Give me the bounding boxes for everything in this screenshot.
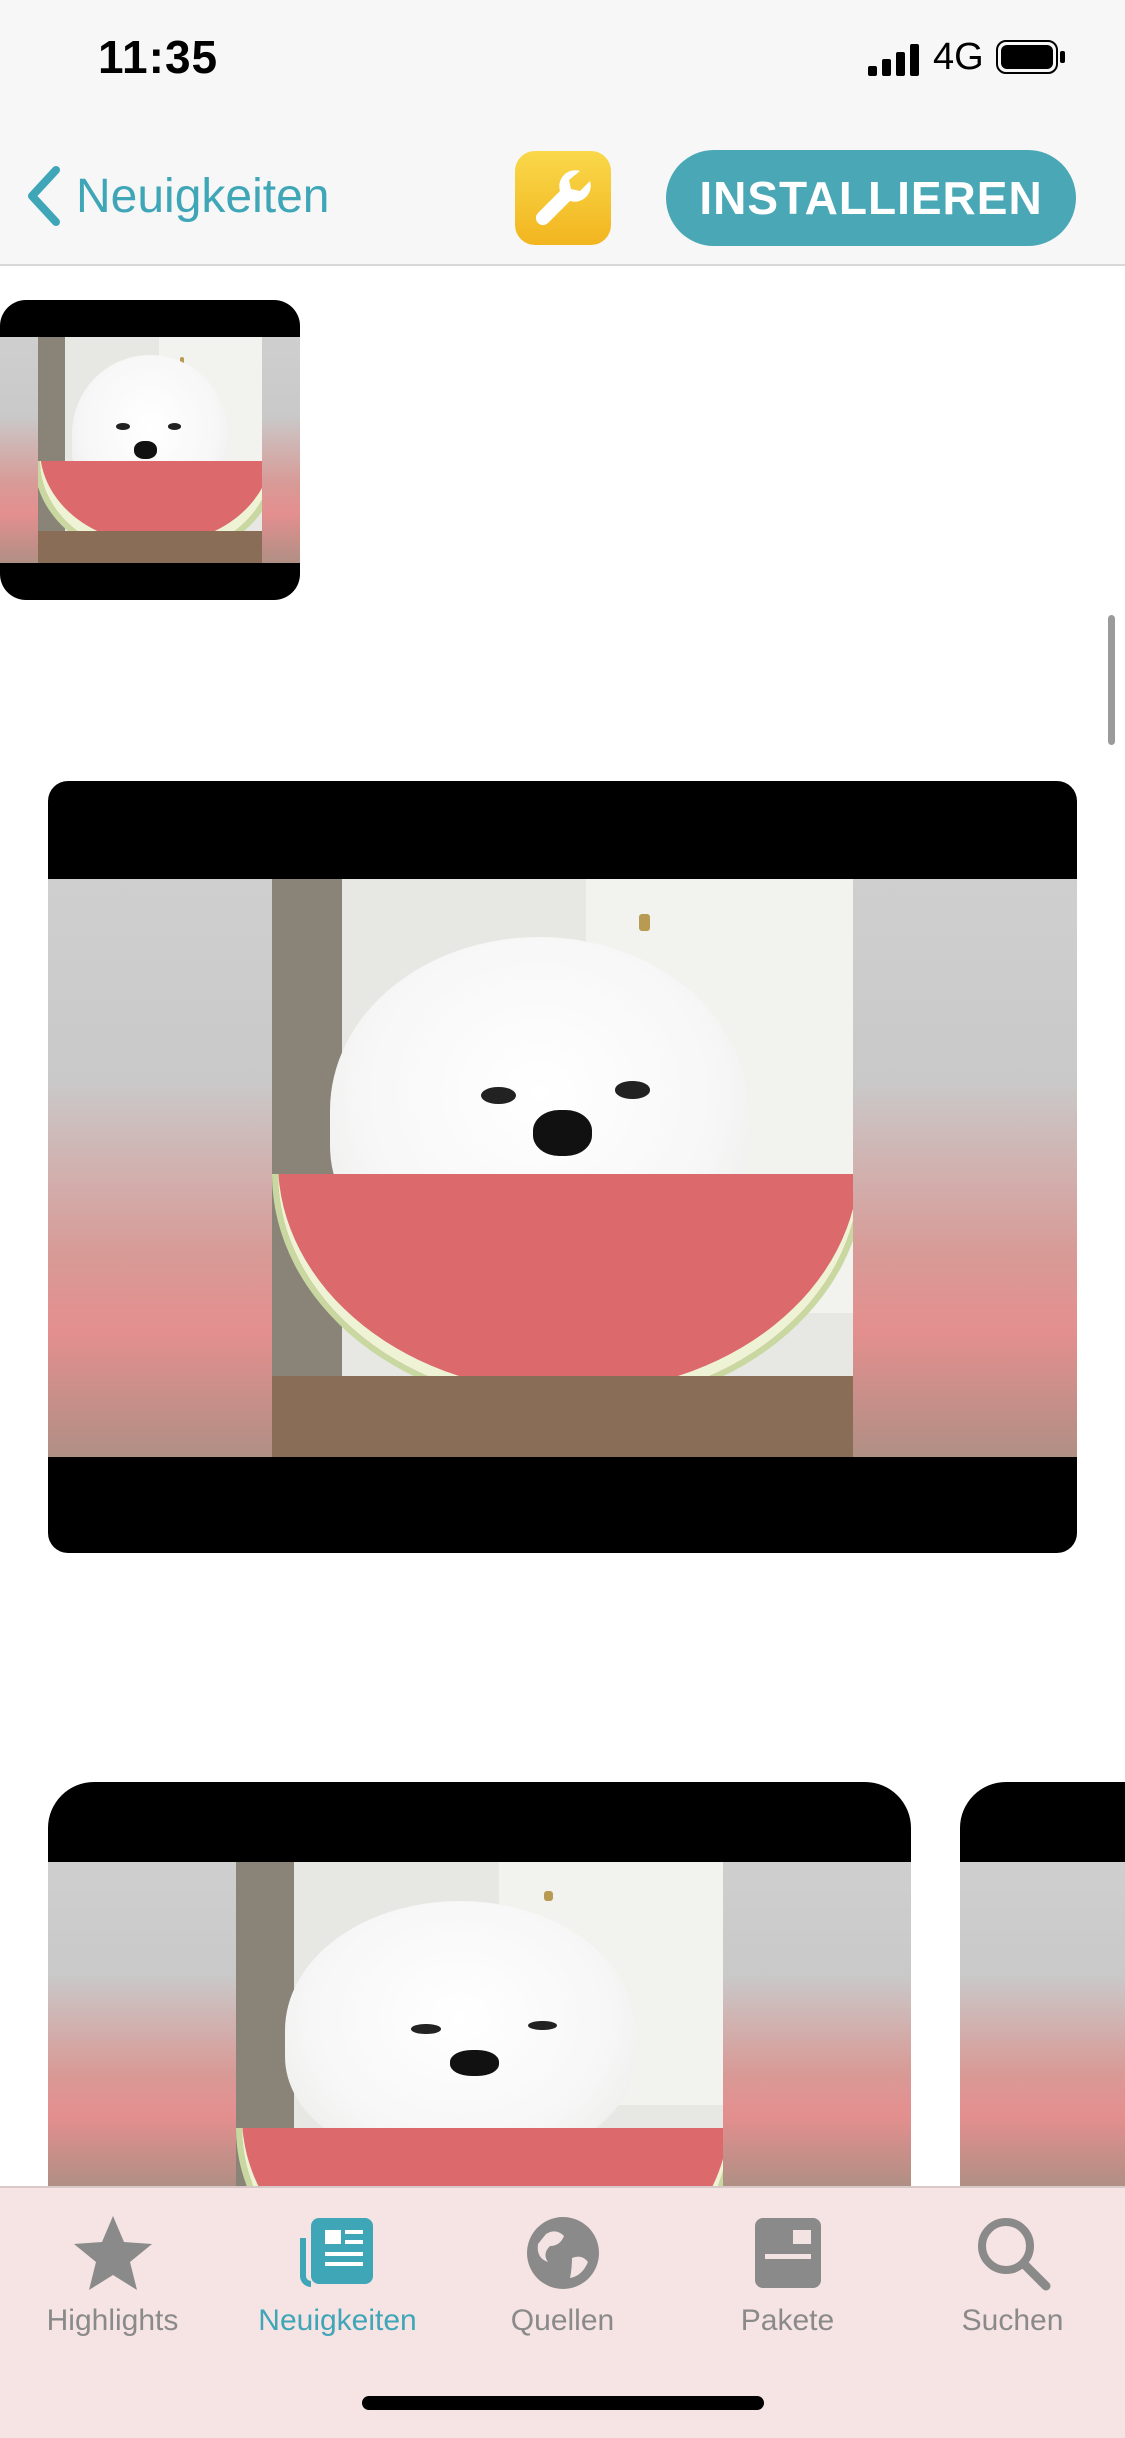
screenshot-photo [48,1862,911,2186]
screenshot-carousel-1[interactable] [48,1782,911,2186]
globe-icon [526,2217,599,2289]
app-icon [515,151,611,245]
tab-packages[interactable]: Pakete [675,2208,900,2358]
chevron-left-icon [28,166,60,226]
battery-icon [996,40,1065,74]
tab-label: Suchen [961,2304,1064,2337]
status-bar: 11:35 4G [0,0,1125,130]
tab-label: Pakete [740,2304,835,2337]
navigation-bar: Neuigkeiten INSTALLIEREN [0,130,1125,266]
screenshot-carousel-2[interactable] [960,1782,1125,2186]
tab-search[interactable]: Suchen [900,2208,1125,2358]
news-icon [299,2218,373,2287]
signal-icon [868,44,919,76]
back-label: Neuigkeiten [76,169,330,223]
tab-news[interactable]: Neuigkeiten [225,2208,450,2358]
tab-label: Neuigkeiten [258,2304,417,2337]
package-icon [754,2218,821,2288]
status-time: 11:35 [98,31,219,83]
tab-label: Quellen [510,2304,615,2337]
tab-label: Highlights [46,2304,179,2337]
home-indicator[interactable] [362,2396,764,2410]
tab-highlights[interactable]: Highlights [0,2208,225,2358]
screenshot-photo [0,337,300,563]
star-icon [73,2216,152,2290]
network-type: 4G [933,36,984,78]
screenshot-photo [48,879,1077,1457]
screenshot-photo [960,1862,1125,2186]
back-button[interactable]: Neuigkeiten [22,166,330,226]
wrench-icon [535,170,591,226]
search-icon [977,2218,1050,2291]
scroll-indicator[interactable] [1108,615,1115,745]
tab-sources[interactable]: Quellen [450,2208,675,2358]
install-button[interactable]: INSTALLIEREN [666,150,1076,246]
screenshot-thumbnail-small[interactable] [0,300,300,600]
screenshot-large[interactable] [48,781,1077,1553]
